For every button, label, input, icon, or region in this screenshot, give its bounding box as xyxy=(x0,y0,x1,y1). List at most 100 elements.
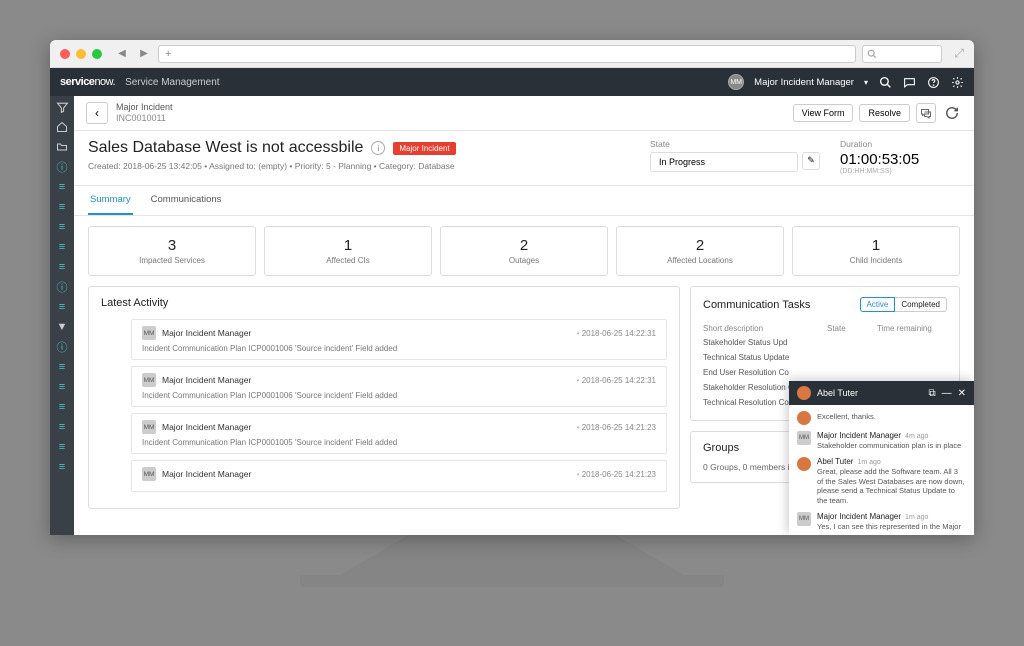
activity-item[interactable]: MM Major Incident Manager 2018-06-25 14:22… xyxy=(131,366,667,407)
activity-user: Major Incident Manager xyxy=(162,422,251,432)
message-avatar: MM xyxy=(797,431,811,445)
left-nav: ⓘ ≡ ≡ ≡ ≡ ≡ ⓘ ≡ ▼ ⓘ ≡ ≡ ≡ ≡ ≡ ≡ xyxy=(50,96,74,535)
message-avatar xyxy=(797,457,811,471)
activity-item[interactable]: MM Major Incident Manager 2018-06-25 14:21… xyxy=(131,460,667,492)
nav-info-icon[interactable]: ⓘ xyxy=(55,340,69,354)
nav-list-icon[interactable]: ≡ xyxy=(55,260,69,274)
activity-avatar: MM xyxy=(142,420,156,434)
stat-outages[interactable]: 2Outages xyxy=(440,226,608,276)
activity-avatar: MM xyxy=(142,326,156,340)
user-avatar[interactable]: MM xyxy=(728,74,744,90)
comm-task-row[interactable]: Technical Status Update xyxy=(703,350,947,365)
comm-th-time: Time remaining xyxy=(877,324,947,333)
stat-affected-locations[interactable]: 2Affected Locations xyxy=(616,226,784,276)
chat-avatar xyxy=(797,386,811,400)
info-icon[interactable]: i xyxy=(371,141,385,155)
close-dot[interactable] xyxy=(60,49,70,59)
message-text: Great, please add the Software team. All… xyxy=(817,467,966,506)
activity-avatar: MM xyxy=(142,467,156,481)
stat-impacted-services[interactable]: 3Impacted Services xyxy=(88,226,256,276)
comm-th-desc: Short description xyxy=(703,324,827,333)
record-meta: Created: 2018-06-25 13:42:05 • Assigned … xyxy=(88,161,630,171)
chat-title: Abel Tuter xyxy=(817,388,922,398)
stat-child-incidents[interactable]: 1Child Incidents xyxy=(792,226,960,276)
folder-icon[interactable] xyxy=(55,140,69,154)
state-label: State xyxy=(650,139,820,149)
user-caret-icon[interactable]: ▾ xyxy=(864,78,868,87)
comm-task-row[interactable]: Stakeholder Status Upd xyxy=(703,335,947,350)
nav-back-icon[interactable]: ◀ xyxy=(114,46,130,62)
nav-list-icon[interactable]: ≡ xyxy=(55,360,69,374)
nav-list-icon[interactable]: ≡ xyxy=(55,460,69,474)
chat-message: Abel Tuter1m agoGreat, please add the So… xyxy=(797,457,966,506)
search-icon[interactable] xyxy=(878,75,892,89)
tab-summary[interactable]: Summary xyxy=(88,186,133,215)
chat-message: Excellent, thanks. xyxy=(797,411,966,425)
activity-desc: Incident Communication Plan ICP0001006 '… xyxy=(142,344,656,353)
nav-list-icon[interactable]: ≡ xyxy=(55,200,69,214)
nav-list-icon[interactable]: ≡ xyxy=(55,400,69,414)
chat-popout-icon[interactable]: ⧉ xyxy=(928,388,935,399)
title-section: Sales Database West is not accessbile i … xyxy=(74,131,974,186)
resolve-button[interactable]: Resolve xyxy=(859,104,910,122)
view-form-button[interactable]: View Form xyxy=(793,104,854,122)
browser-search[interactable] xyxy=(862,45,942,63)
duration-value: 01:00:53:05 xyxy=(840,151,960,168)
user-name[interactable]: Major Incident Manager xyxy=(754,77,854,88)
nav-list-icon[interactable]: ≡ xyxy=(55,180,69,194)
activity-desc: Incident Communication Plan ICP0001006 '… xyxy=(142,391,656,400)
nav-list-icon[interactable]: ≡ xyxy=(55,220,69,234)
message-text: Yes, I can see this represented in the M… xyxy=(817,522,966,532)
nav-info-icon[interactable]: ⓘ xyxy=(55,160,69,174)
activity-item[interactable]: MMMajor Incident Manager2018-06-25 14:21… xyxy=(131,413,667,454)
comm-task-row[interactable]: End User Resolution Co xyxy=(703,365,947,380)
stats-row: 3Impacted Services 1Affected CIs 2Outage… xyxy=(88,226,960,276)
nav-list-icon[interactable]: ≡ xyxy=(55,300,69,314)
activity-time: 2018-06-25 14:21:23 xyxy=(577,470,656,479)
tab-communications[interactable]: Communications xyxy=(149,186,224,215)
refresh-icon[interactable] xyxy=(942,103,962,123)
chat-close-icon[interactable]: ✕ xyxy=(958,388,966,399)
new-tab-icon: + xyxy=(165,48,171,60)
nav-list-icon[interactable]: ≡ xyxy=(55,240,69,254)
chat-message: MMMajor Incident Manager1m agoYes, I can… xyxy=(797,512,966,532)
window-controls xyxy=(60,49,102,59)
pill-active[interactable]: Active xyxy=(860,297,896,312)
latest-activity-title: Latest Activity xyxy=(101,297,667,309)
back-button[interactable]: ‹ xyxy=(86,102,108,124)
chat-minimize-icon[interactable]: — xyxy=(942,388,952,399)
message-text: Excellent, thanks. xyxy=(817,412,966,422)
activity-desc: Incident Communication Plan ICP0001005 '… xyxy=(142,438,656,447)
maximize-dot[interactable] xyxy=(92,49,102,59)
chat-icon[interactable] xyxy=(902,75,916,89)
main-content: ‹ Major Incident INC0010011 View Form Re… xyxy=(74,96,974,535)
nav-list-icon[interactable]: ≡ xyxy=(55,420,69,434)
url-bar[interactable]: + xyxy=(158,45,856,63)
activity-user: Major Incident Manager xyxy=(162,375,251,385)
activity-user: Major Incident Manager xyxy=(162,469,251,479)
nav-list-icon[interactable]: ≡ xyxy=(55,380,69,394)
activity-avatar: MM xyxy=(142,373,156,387)
edit-state-button[interactable]: ✎ xyxy=(802,152,820,170)
connect-icon[interactable] xyxy=(916,103,936,123)
nav-forward-icon[interactable]: ▶ xyxy=(136,46,152,62)
stat-affected-cis[interactable]: 1Affected CIs xyxy=(264,226,432,276)
home-icon[interactable] xyxy=(55,120,69,134)
pill-completed[interactable]: Completed xyxy=(895,297,947,312)
nav-info-icon[interactable]: ⓘ xyxy=(55,280,69,294)
fullscreen-icon[interactable]: ⤢ xyxy=(954,46,964,61)
chat-message: MMMajor Incident Manager4m agoStakeholde… xyxy=(797,431,966,451)
filter-icon[interactable] xyxy=(55,100,69,114)
help-icon[interactable] xyxy=(926,75,940,89)
comm-th-state: State xyxy=(827,324,877,333)
minimize-dot[interactable] xyxy=(76,49,86,59)
nav-list-icon[interactable]: ≡ xyxy=(55,440,69,454)
chat-header[interactable]: Abel Tuter ⧉ — ✕ xyxy=(789,381,974,405)
duration-label: Duration xyxy=(840,139,960,149)
nav-collapse-icon[interactable]: ▼ xyxy=(55,320,69,334)
app-header: servicenow. Service Management MM Major … xyxy=(50,68,974,96)
activity-item[interactable]: MMMajor Incident Manager2018-06-25 14:22… xyxy=(131,319,667,360)
gear-icon[interactable] xyxy=(950,75,964,89)
latest-activity-card: Latest Activity MM Major Incident Manager… xyxy=(88,286,680,509)
activity-time: 2018-06-25 14:22:31 xyxy=(577,376,656,385)
